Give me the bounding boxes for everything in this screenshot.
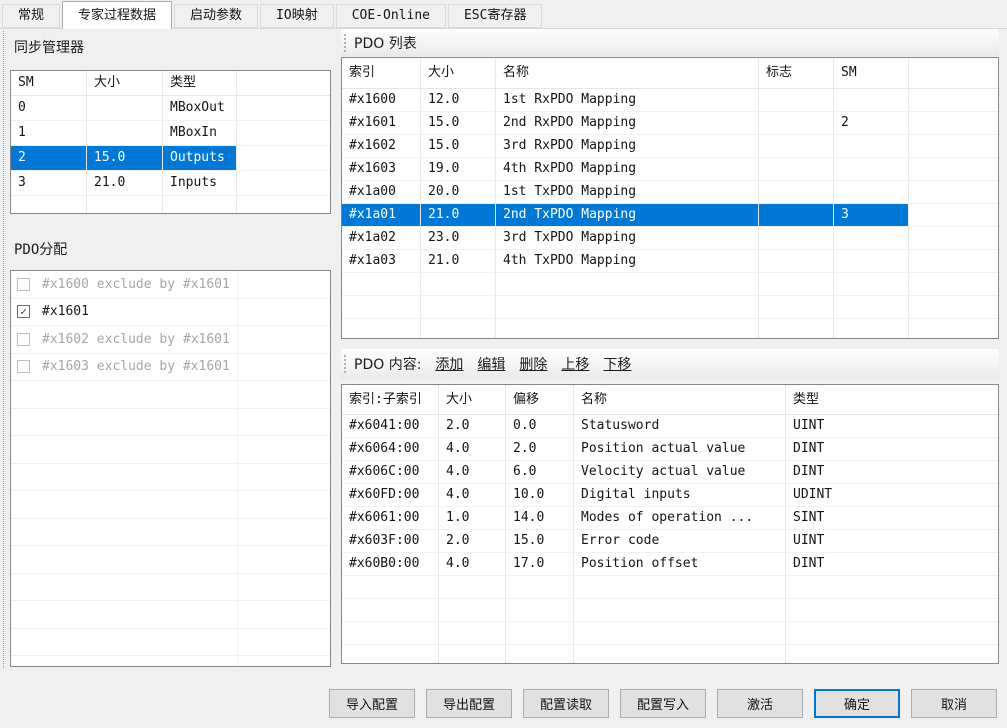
pdo-assign-item: #x1603 exclude by #x1601: [11, 354, 330, 382]
empty-row: [342, 576, 998, 599]
column-header-size: 大小: [439, 385, 506, 414]
ok-button[interactable]: 确定: [814, 689, 900, 718]
export-config-button[interactable]: 导出配置: [426, 689, 512, 718]
table-row[interactable]: #x606C:00 4.0 6.0 Velocity actual value …: [342, 461, 998, 484]
table-row[interactable]: #x6064:00 4.0 2.0 Position actual value …: [342, 438, 998, 461]
pdo-list-table: 索引 大小 名称 标志 SM #x1600 12.0 1st RxPDO Map…: [341, 57, 999, 339]
move-up-button[interactable]: 上移: [561, 354, 589, 374]
tab-expert-process-data[interactable]: 专家过程数据: [62, 1, 172, 29]
column-header-flags: 标志: [759, 58, 834, 88]
table-row[interactable]: #x1600 12.0 1st RxPDO Mapping: [342, 89, 998, 112]
empty-row: [11, 601, 330, 629]
pdo-assign-title: PDO分配: [14, 239, 67, 259]
table-row[interactable]: #x6061:00 1.0 14.0 Modes of operation ..…: [342, 507, 998, 530]
tab-io-mapping[interactable]: IO映射: [260, 4, 334, 28]
empty-row: [11, 464, 330, 492]
tab-coe-online[interactable]: COE-Online: [336, 4, 446, 28]
pdo-list-header: 索引 大小 名称 标志 SM: [342, 58, 998, 89]
tab-startup-parameters[interactable]: 启动参数: [174, 4, 258, 28]
table-row[interactable]: 0 MBoxOut: [11, 96, 330, 121]
column-header-size: 大小: [421, 58, 496, 88]
table-row-selected[interactable]: #x1a01 21.0 2nd TxPDO Mapping 3: [342, 204, 998, 227]
pdo-list-title: PDO 列表: [354, 33, 417, 53]
empty-row: [342, 273, 998, 296]
empty-row: [342, 599, 998, 622]
sync-manager-title: 同步管理器: [14, 37, 84, 57]
table-row[interactable]: #x60FD:00 4.0 10.0 Digital inputs UDINT: [342, 484, 998, 507]
pdo-content-title: PDO 内容:: [354, 354, 421, 374]
empty-row: [11, 546, 330, 574]
pdo-content-table: 索引:子索引 大小 偏移 名称 类型 #x6041:00 2.0 0.0 Sta…: [341, 384, 999, 664]
panel-splitter-grip: [3, 31, 4, 668]
column-header-index: 索引: [342, 58, 421, 88]
empty-row: [342, 296, 998, 319]
column-header-sm: SM: [11, 71, 87, 95]
empty-row: [11, 381, 330, 409]
pdo-content-toolbar: PDO 内容: 添加 编辑 删除 上移 下移: [341, 349, 999, 379]
config-write-button[interactable]: 配置写入: [620, 689, 706, 718]
column-header-type: 类型: [786, 385, 998, 414]
pdo-assign-item: #x1600 exclude by #x1601: [11, 271, 330, 299]
pdo-list-toolbar: PDO 列表: [341, 29, 999, 56]
activate-button[interactable]: 激活: [717, 689, 803, 718]
column-header-name: 名称: [574, 385, 786, 414]
import-config-button[interactable]: 导入配置: [329, 689, 415, 718]
empty-row: [11, 436, 330, 464]
add-button[interactable]: 添加: [435, 354, 463, 374]
toolbar-grip[interactable]: [344, 355, 346, 373]
column-header-type: 类型: [163, 71, 237, 95]
pdo-content-header: 索引:子索引 大小 偏移 名称 类型: [342, 385, 998, 415]
pdo-assign-label: #x1601: [42, 304, 89, 319]
config-read-button[interactable]: 配置读取: [523, 689, 609, 718]
table-row[interactable]: #x1a00 20.0 1st TxPDO Mapping: [342, 181, 998, 204]
checkbox-icon: [17, 360, 30, 373]
tab-bar: 常规 专家过程数据 启动参数 IO映射 COE-Online ESC寄存器: [0, 0, 1007, 29]
empty-row: [11, 491, 330, 519]
empty-row: [11, 656, 330, 667]
checkbox-checked-icon[interactable]: ✓: [17, 305, 30, 318]
toolbar-grip[interactable]: [344, 34, 346, 52]
column-header-name: 名称: [496, 58, 759, 88]
empty-row: [342, 645, 998, 664]
pdo-assign-label: #x1600 exclude by #x1601: [42, 277, 230, 292]
table-row[interactable]: #x603F:00 2.0 15.0 Error code UINT: [342, 530, 998, 553]
column-header-index-subindex: 索引:子索引: [342, 385, 439, 414]
table-row[interactable]: #x1a03 21.0 4th TxPDO Mapping: [342, 250, 998, 273]
table-row[interactable]: #x6041:00 2.0 0.0 Statusword UINT: [342, 415, 998, 438]
empty-row: [11, 519, 330, 547]
empty-row: [342, 622, 998, 645]
empty-row: [342, 319, 998, 339]
footer-button-row: 导入配置 导出配置 配置读取 配置写入 激活 确定 取消: [329, 689, 997, 718]
table-row[interactable]: #x1603 19.0 4th RxPDO Mapping: [342, 158, 998, 181]
pdo-assign-item[interactable]: ✓ #x1601: [11, 299, 330, 327]
empty-row: [11, 629, 330, 657]
empty-row: [11, 196, 330, 214]
column-header-sm: SM: [834, 58, 909, 88]
checkbox-icon: [17, 333, 30, 346]
tab-general[interactable]: 常规: [2, 4, 60, 28]
pdo-assign-list: #x1600 exclude by #x1601 ✓ #x1601 #x1602…: [10, 270, 331, 667]
table-row[interactable]: #x1602 15.0 3rd RxPDO Mapping: [342, 135, 998, 158]
move-down-button[interactable]: 下移: [603, 354, 631, 374]
checkbox-icon: [17, 278, 30, 291]
table-row-selected[interactable]: 2 15.0 Outputs: [11, 146, 330, 171]
edit-button[interactable]: 编辑: [477, 354, 505, 374]
pdo-assign-label: #x1603 exclude by #x1601: [42, 359, 230, 374]
table-row[interactable]: #x60B0:00 4.0 17.0 Position offset DINT: [342, 553, 998, 576]
table-row[interactable]: 1 MBoxIn: [11, 121, 330, 146]
column-header-size: 大小: [87, 71, 163, 95]
pdo-assign-label: #x1602 exclude by #x1601: [42, 332, 230, 347]
empty-row: [11, 409, 330, 437]
table-row[interactable]: 3 21.0 Inputs: [11, 171, 330, 196]
cancel-button[interactable]: 取消: [911, 689, 997, 718]
pdo-assign-item: #x1602 exclude by #x1601: [11, 326, 330, 354]
tab-esc-register[interactable]: ESC寄存器: [448, 4, 542, 28]
sync-manager-table: SM 大小 类型 0 MBoxOut 1 MBoxIn 2 15.0 Outpu…: [10, 70, 331, 214]
table-row[interactable]: #x1a02 23.0 3rd TxPDO Mapping: [342, 227, 998, 250]
empty-row: [11, 574, 330, 602]
sync-manager-header: SM 大小 类型: [11, 71, 330, 96]
table-row[interactable]: #x1601 15.0 2nd RxPDO Mapping 2: [342, 112, 998, 135]
delete-button[interactable]: 删除: [519, 354, 547, 374]
column-header-offset: 偏移: [506, 385, 574, 414]
